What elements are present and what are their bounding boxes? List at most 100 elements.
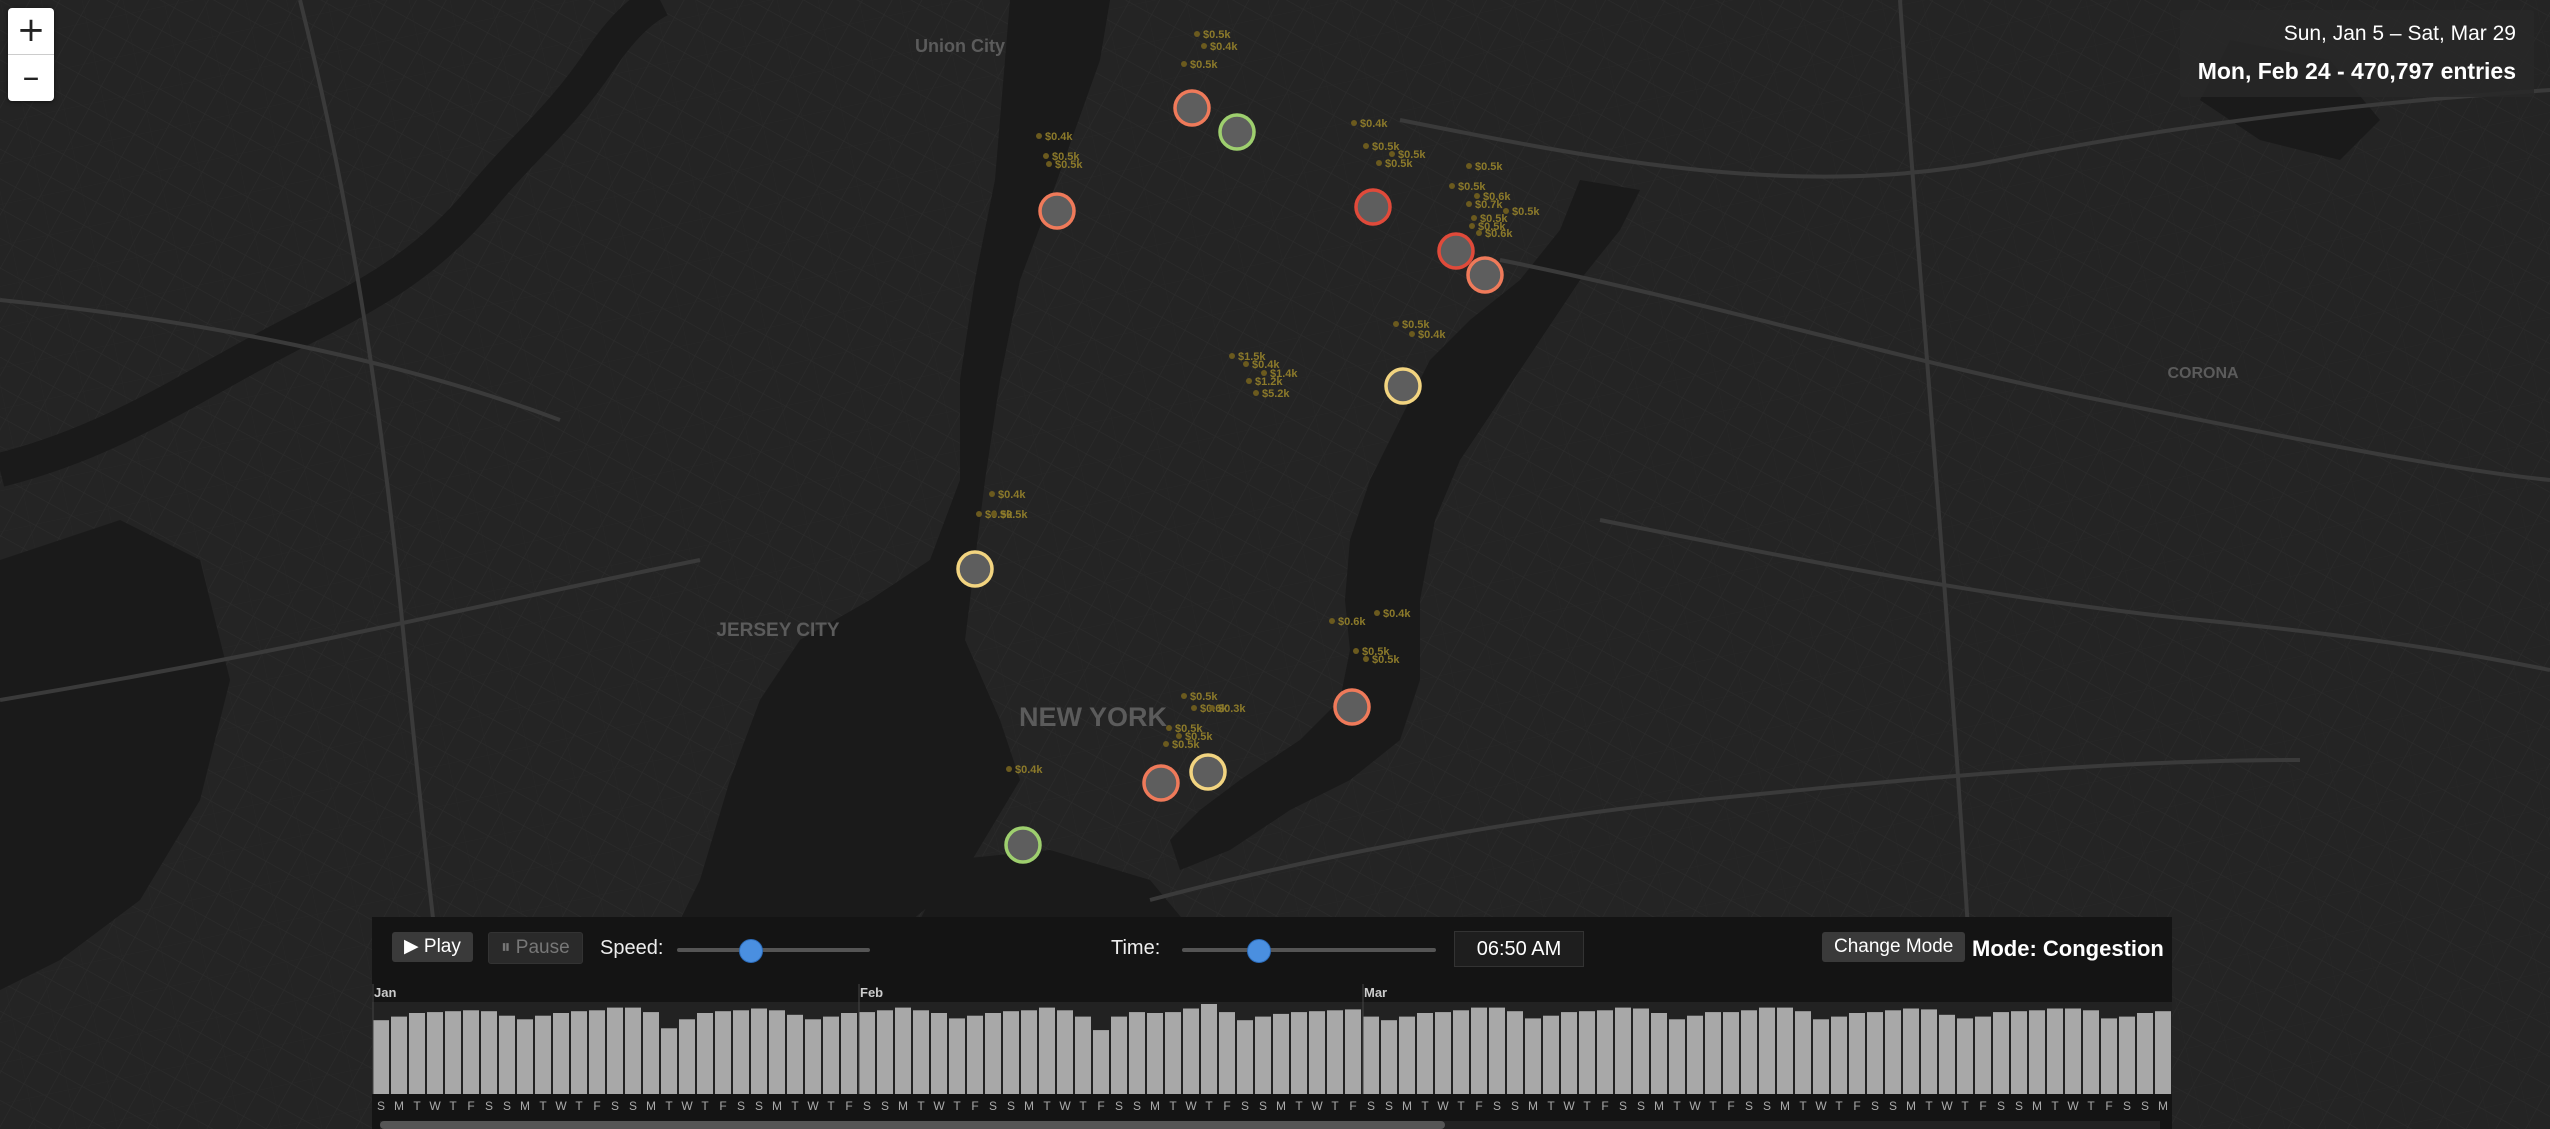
station-marker[interactable] — [1218, 113, 1256, 151]
histogram-bar[interactable] — [1471, 1007, 1487, 1094]
histogram-bar[interactable] — [1057, 1010, 1073, 1094]
speed-slider-handle[interactable] — [739, 939, 764, 963]
histogram-bar[interactable] — [2101, 1018, 2117, 1094]
histogram-bar[interactable] — [571, 1011, 587, 1094]
histogram-bar[interactable] — [1777, 1007, 1793, 1094]
histogram-bar[interactable] — [625, 1007, 641, 1094]
histogram-bar[interactable] — [1759, 1007, 1775, 1094]
time-slider-handle[interactable] — [1247, 939, 1272, 963]
histogram-bar[interactable] — [679, 1019, 695, 1094]
histogram-bar[interactable] — [841, 1013, 857, 1094]
histogram-bar[interactable] — [1651, 1013, 1667, 1094]
histogram-bar[interactable] — [769, 1010, 785, 1094]
histogram-bar[interactable] — [535, 1015, 551, 1094]
station-marker[interactable] — [1173, 89, 1211, 127]
histogram-bar[interactable] — [2011, 1011, 2027, 1094]
histogram-bar[interactable] — [2137, 1013, 2153, 1094]
histogram-bar[interactable] — [1075, 1016, 1091, 1094]
histogram-bar[interactable] — [1183, 1008, 1199, 1095]
histogram-bar[interactable] — [643, 1012, 659, 1094]
histogram-bar[interactable] — [751, 1008, 767, 1095]
histogram-bar[interactable] — [1633, 1008, 1649, 1095]
histogram-bar[interactable] — [607, 1007, 623, 1094]
histogram-bar[interactable] — [859, 1012, 875, 1094]
histogram-bar[interactable] — [697, 1013, 713, 1094]
histogram-bar[interactable] — [1039, 1007, 1055, 1094]
histogram-bar[interactable] — [949, 1018, 965, 1094]
histogram-bar[interactable] — [1957, 1018, 1973, 1094]
pause-button[interactable]: ⏸ Pause — [488, 932, 583, 964]
histogram-bar[interactable] — [1669, 1019, 1685, 1094]
histogram-bar[interactable] — [895, 1007, 911, 1094]
histogram-bar[interactable] — [1867, 1012, 1883, 1094]
histogram-bar[interactable] — [481, 1011, 497, 1094]
histogram-bar[interactable] — [1975, 1016, 1991, 1094]
histogram-bar[interactable] — [1273, 1013, 1289, 1094]
station-marker[interactable] — [1004, 826, 1042, 864]
histogram-bar[interactable] — [1597, 1010, 1613, 1094]
station-marker[interactable] — [956, 550, 994, 588]
zoom-in-button[interactable]: + — [8, 8, 54, 54]
histogram-bar[interactable] — [1201, 1004, 1217, 1094]
play-button[interactable]: ▶ Play — [392, 932, 473, 962]
histogram-bar[interactable] — [1921, 1009, 1937, 1094]
histogram-bar[interactable] — [1021, 1010, 1037, 1094]
histogram-bar[interactable] — [715, 1011, 731, 1094]
histogram-bar[interactable] — [1687, 1015, 1703, 1094]
histogram-bar[interactable] — [1993, 1012, 2009, 1094]
histogram-bar[interactable] — [985, 1013, 1001, 1094]
histogram-bar[interactable] — [373, 1020, 389, 1094]
histogram-bar[interactable] — [1903, 1008, 1919, 1095]
histogram-bar[interactable] — [1705, 1012, 1721, 1094]
histogram-bar[interactable] — [1237, 1020, 1253, 1094]
histogram-bar[interactable] — [2119, 1016, 2135, 1094]
histogram-bar[interactable] — [1309, 1011, 1325, 1094]
station-marker[interactable] — [1189, 753, 1227, 791]
histogram-bar[interactable] — [2065, 1008, 2081, 1095]
histogram-bar[interactable] — [1147, 1013, 1163, 1094]
histogram-bar[interactable] — [1525, 1018, 1541, 1094]
histogram-bar[interactable] — [589, 1010, 605, 1094]
histogram-bar[interactable] — [1489, 1007, 1505, 1094]
histogram-bar[interactable] — [1561, 1012, 1577, 1094]
histogram-bar[interactable] — [409, 1013, 425, 1094]
histogram-bar[interactable] — [1345, 1009, 1361, 1094]
histogram-bar[interactable] — [1255, 1016, 1271, 1094]
histogram-bar[interactable] — [1381, 1020, 1397, 1094]
station-marker[interactable] — [1038, 192, 1076, 230]
station-marker[interactable] — [1142, 764, 1180, 802]
station-marker[interactable] — [1466, 256, 1504, 294]
histogram-bar[interactable] — [805, 1019, 821, 1094]
histogram-bar[interactable] — [1795, 1011, 1811, 1094]
histogram-bar[interactable] — [1093, 1030, 1109, 1094]
scrollbar-thumb[interactable] — [380, 1121, 1445, 1129]
histogram-bar[interactable] — [2155, 1011, 2171, 1094]
histogram-bar[interactable] — [1435, 1012, 1451, 1094]
histogram-bar[interactable] — [1741, 1010, 1757, 1094]
station-marker[interactable] — [1437, 232, 1475, 270]
histogram-bar[interactable] — [1399, 1016, 1415, 1094]
timeline-scrollbar[interactable] — [380, 1121, 2160, 1129]
histogram-bar[interactable] — [1579, 1011, 1595, 1094]
histogram-bar[interactable] — [1453, 1010, 1469, 1094]
time-slider[interactable] — [1182, 939, 1436, 963]
histogram-bar[interactable] — [1417, 1013, 1433, 1094]
histogram-bar[interactable] — [1849, 1013, 1865, 1094]
histogram-bar[interactable] — [445, 1011, 461, 1094]
histogram-bar[interactable] — [1129, 1012, 1145, 1094]
histogram-bar[interactable] — [913, 1010, 929, 1094]
histogram-bar[interactable] — [1831, 1016, 1847, 1094]
histogram-bar[interactable] — [1003, 1011, 1019, 1094]
histogram-bar[interactable] — [733, 1010, 749, 1094]
histogram-bar[interactable] — [2029, 1010, 2045, 1094]
zoom-out-button[interactable]: – — [8, 54, 54, 101]
histogram-bar[interactable] — [1615, 1007, 1631, 1094]
histogram-bar[interactable] — [1111, 1016, 1127, 1094]
histogram-bar[interactable] — [2083, 1010, 2099, 1094]
histogram-bar[interactable] — [517, 1019, 533, 1094]
histogram-bar[interactable] — [1885, 1010, 1901, 1094]
station-marker[interactable] — [1384, 367, 1422, 405]
histogram-bar[interactable] — [1507, 1011, 1523, 1094]
histogram-bar[interactable] — [931, 1013, 947, 1094]
histogram-bar[interactable] — [463, 1010, 479, 1094]
